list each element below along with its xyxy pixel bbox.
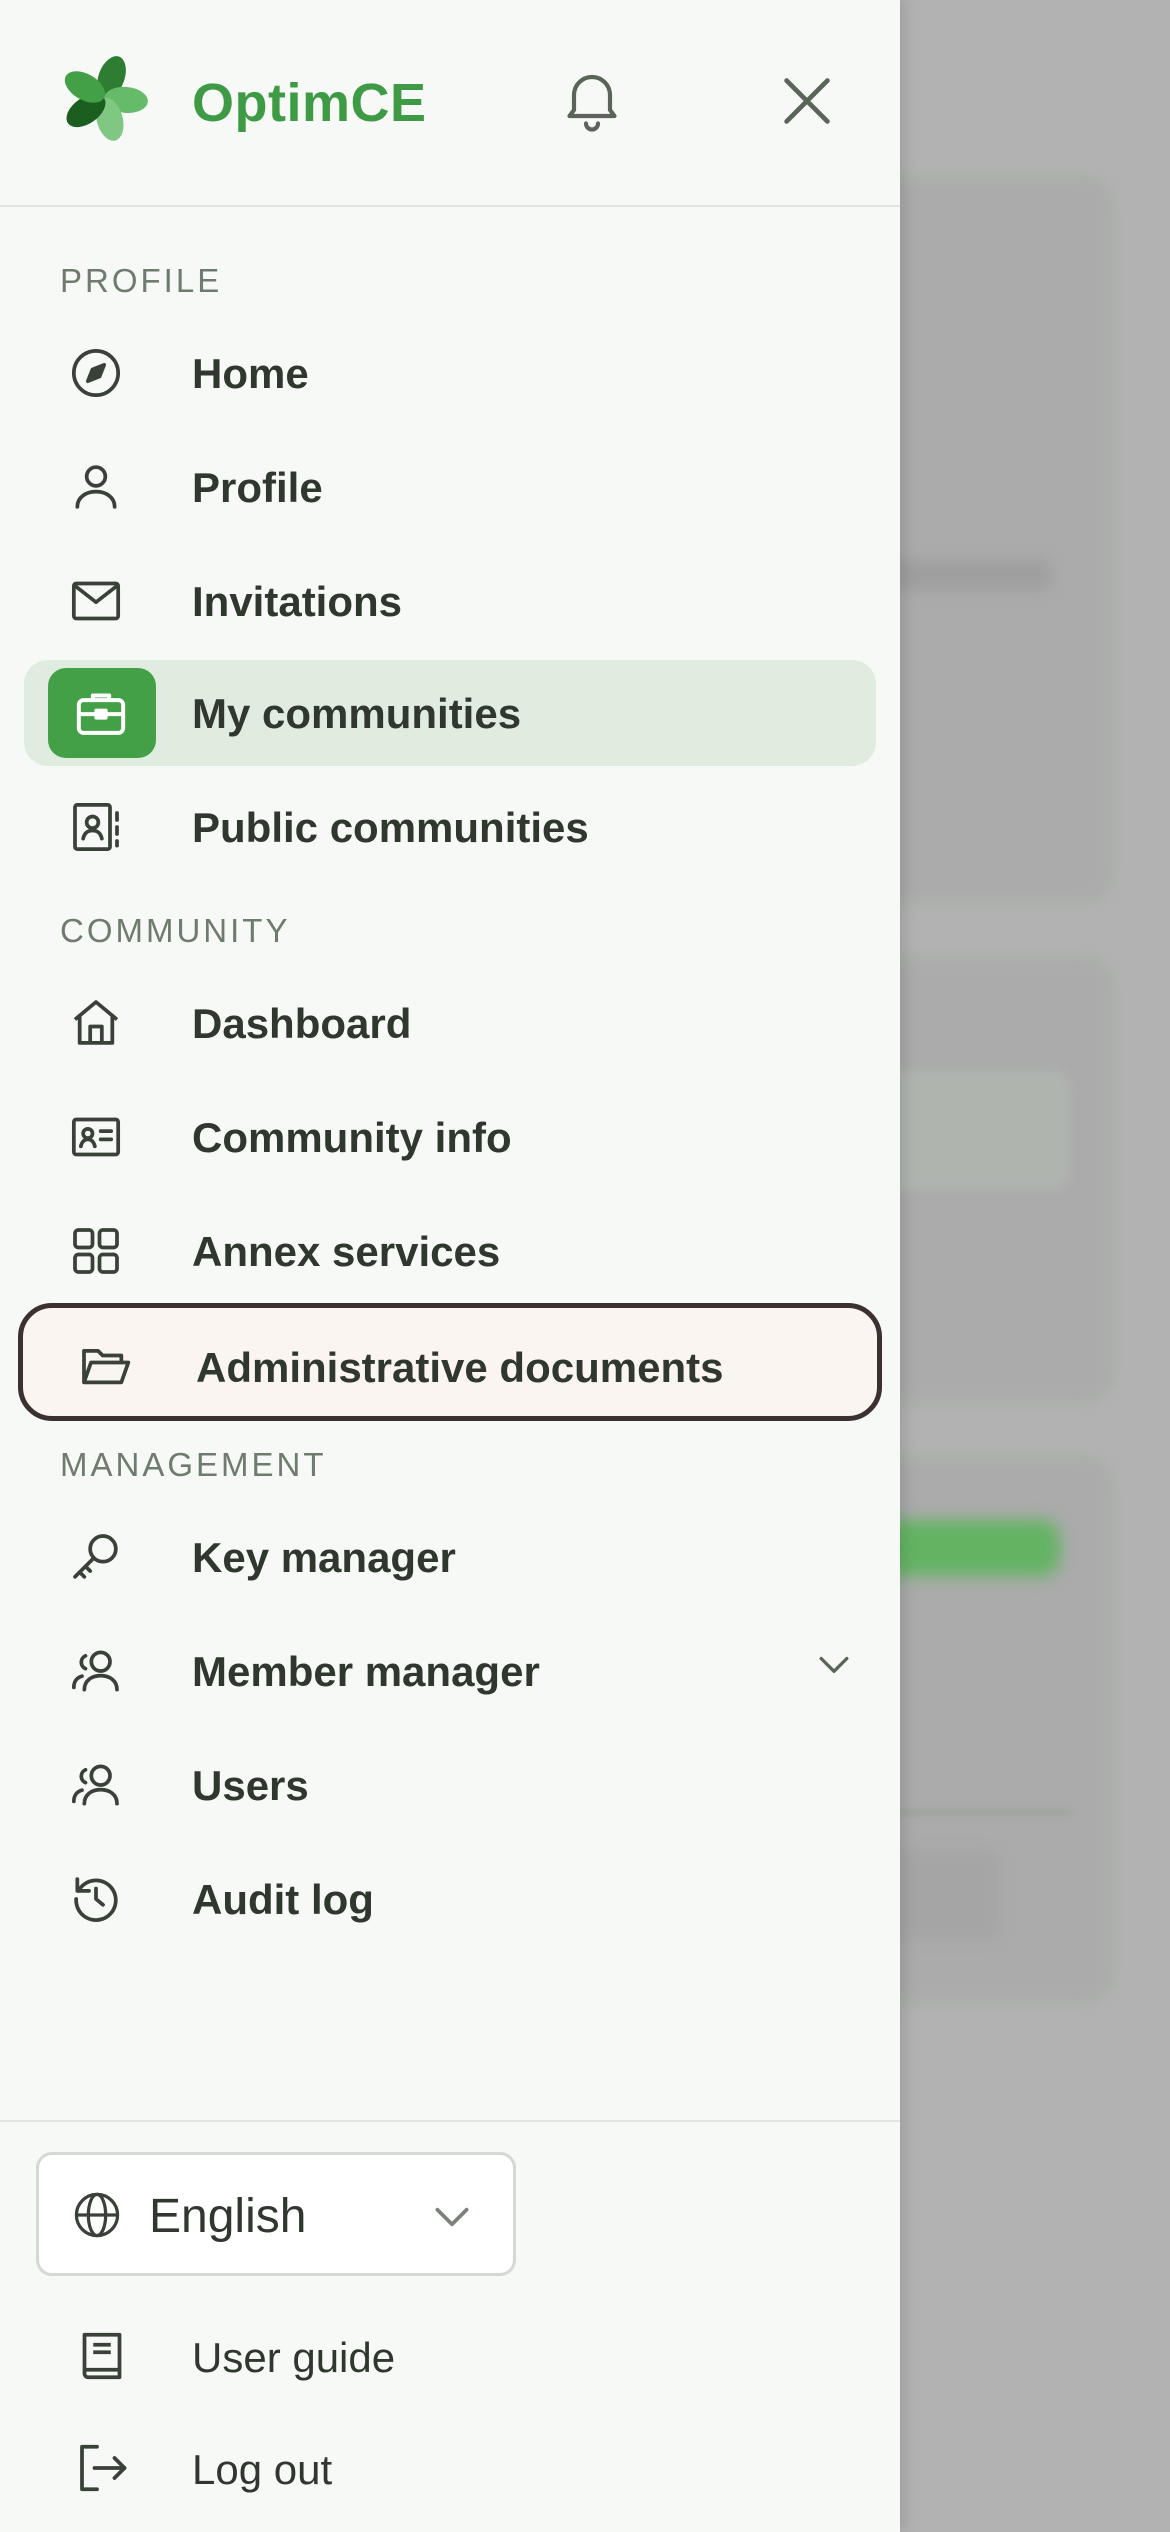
nav-item-label: Audit log (192, 1876, 374, 1923)
nav-item-label: Public communities (192, 804, 589, 851)
nav-item-label: My communities (192, 690, 522, 737)
nav-item-label: Key manager (192, 1534, 456, 1581)
nav-item-label: Profile (192, 464, 323, 511)
key-icon (68, 1529, 124, 1585)
nav-item-my-communities[interactable]: My communities (24, 660, 876, 766)
folder-open-icon (77, 1338, 133, 1394)
chevron-down-icon (427, 2191, 477, 2241)
globe-icon (71, 2189, 123, 2241)
background-button (880, 1520, 1060, 1576)
history-icon (68, 1871, 124, 1927)
nav-item-audit-log[interactable]: Audit log (24, 1846, 876, 1952)
house-icon (68, 995, 124, 1051)
log-out-link[interactable]: Log out (24, 2420, 876, 2516)
users-icon (68, 1643, 124, 1699)
background-divider (880, 1810, 1070, 1816)
nav-item-label: Administrative documents (196, 1344, 724, 1391)
close-icon[interactable] (772, 66, 842, 136)
nav-item-annex-services[interactable]: Annex services (24, 1198, 876, 1304)
nav-item-public-communities[interactable]: Public communities (24, 774, 876, 880)
book-icon (72, 2326, 132, 2386)
briefcase-icon (73, 685, 129, 741)
log-out-label: Log out (192, 2446, 333, 2493)
nav-item-invitations[interactable]: Invitations (24, 548, 876, 654)
chevron-down-icon[interactable] (812, 1642, 856, 1686)
section-label-profile: PROFILE (60, 262, 223, 299)
contact-book-icon (68, 799, 124, 855)
user-guide-label: User guide (192, 2334, 396, 2381)
nav-item-profile[interactable]: Profile (24, 434, 876, 540)
compass-icon (68, 345, 124, 401)
nav-item-administrative-documents[interactable]: Administrative documents (18, 1303, 882, 1421)
grid-icon (68, 1223, 124, 1279)
nav-item-users[interactable]: Users (24, 1732, 876, 1838)
section-label-community: COMMUNITY (60, 912, 291, 949)
background-text (890, 560, 1050, 590)
nav-item-label: Community info (192, 1114, 512, 1161)
nav-item-label: Dashboard (192, 1000, 412, 1047)
envelope-icon (68, 573, 124, 629)
language-selected-value: English (149, 2190, 307, 2243)
user-guide-link[interactable]: User guide (24, 2308, 876, 2404)
nav-item-member-manager[interactable]: Member manager (24, 1618, 876, 1724)
nav-item-label: Annex services (192, 1228, 501, 1275)
nav-item-community-info[interactable]: Community info (24, 1084, 876, 1190)
nav-item-key-manager[interactable]: Key manager (24, 1504, 876, 1610)
drawer-footer: English User guide Log out (0, 2120, 900, 2532)
nav-item-home[interactable]: Home (24, 320, 876, 426)
bell-icon[interactable] (556, 62, 628, 134)
user-icon (68, 459, 124, 515)
nav-item-label: Member manager (192, 1648, 540, 1695)
drawer-header: OptimCE (0, 0, 900, 207)
nav-item-label: Users (192, 1762, 309, 1809)
nav-item-dashboard[interactable]: Dashboard (24, 970, 876, 1076)
nav-item-label: Home (192, 350, 309, 397)
language-select[interactable]: English (36, 2152, 516, 2276)
background-field (880, 1070, 1070, 1190)
brand-name: OptimCE (192, 73, 427, 133)
section-label-management: MANAGEMENT (60, 1446, 327, 1483)
nav-item-label: Invitations (192, 578, 403, 625)
clover-logo-icon (58, 52, 150, 144)
id-card-icon (68, 1109, 124, 1165)
logout-icon (72, 2438, 132, 2498)
navigation-drawer: OptimCE PROFILE Home Profile Invitations… (0, 0, 900, 2532)
users-icon (68, 1757, 124, 1813)
